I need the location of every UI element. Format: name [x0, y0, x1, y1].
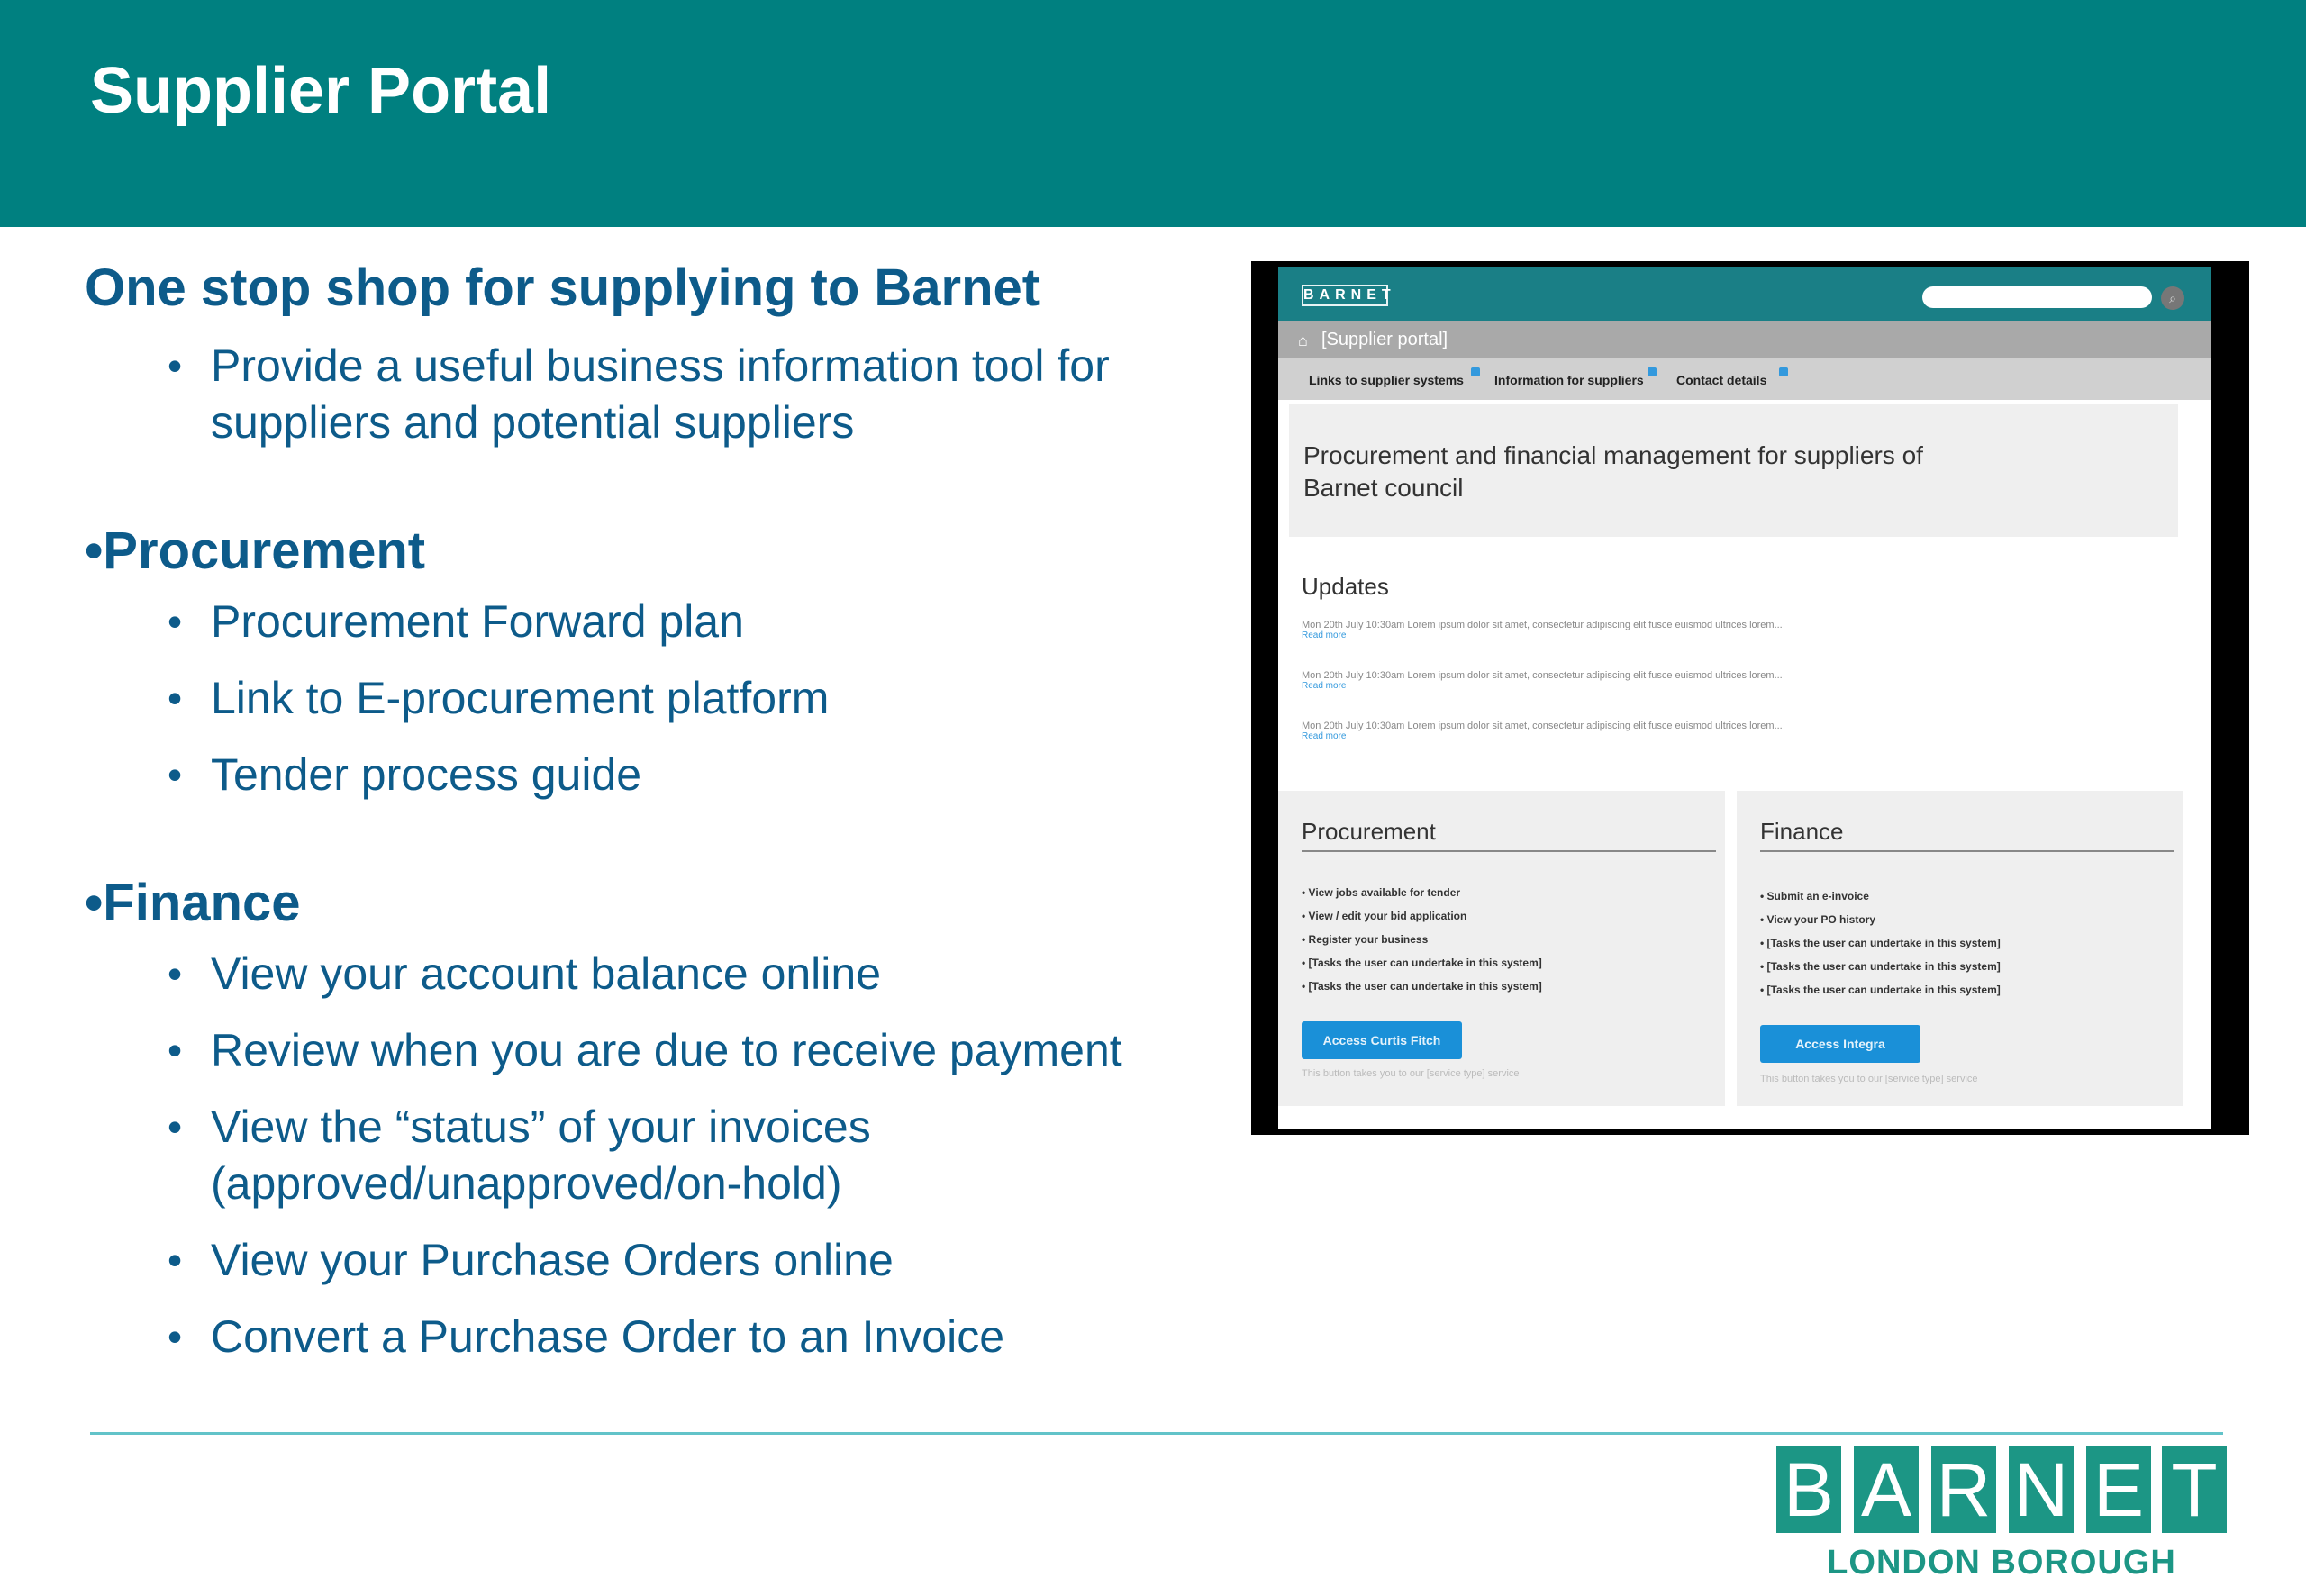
- hero-text: Procurement and financial management for…: [1303, 441, 1923, 502]
- search-icon[interactable]: ⌕: [2161, 286, 2184, 310]
- list-item: Convert a Purchase Order to an Invoice: [85, 1309, 1247, 1365]
- portal-hero: Procurement and financial management for…: [1289, 404, 2178, 537]
- list-item: • [Tasks the user can undertake in this …: [1760, 984, 2001, 996]
- list-item: Provide a useful business information to…: [85, 338, 1247, 451]
- updates-title: Updates: [1302, 573, 1389, 600]
- button-note: This button takes you to our [service ty…: [1302, 1068, 1520, 1079]
- page-title: Supplier Portal: [90, 55, 552, 127]
- update-item: Mon 20th July 10:30am Lorem ipsum dolor …: [1302, 620, 1932, 640]
- logo-letter: R: [1931, 1446, 1996, 1533]
- button-note: This button takes you to our [service ty…: [1760, 1074, 1978, 1084]
- list-item: • View your PO history: [1760, 913, 1876, 926]
- procurement-card-list: • View jobs available for tender • View …: [1302, 881, 1542, 998]
- update-item: Mon 20th July 10:30am Lorem ipsum dolor …: [1302, 670, 1932, 691]
- footer-divider: [90, 1432, 2223, 1435]
- portal-screenshot: BARNET ⌕ ⌂ [Supplier portal] Links to su…: [1251, 261, 2249, 1135]
- nav-item-information[interactable]: Information for suppliers: [1494, 367, 1657, 387]
- home-icon[interactable]: ⌂: [1298, 331, 1308, 350]
- list-item: • [Tasks the user can undertake in this …: [1760, 960, 2001, 973]
- portal-logo: BARNET: [1302, 285, 1391, 306]
- header-bar: Supplier Portal: [0, 0, 2306, 227]
- portal-nav: Links to supplier systems Information fo…: [1278, 358, 2211, 400]
- portal-breadcrumb: ⌂ [Supplier portal]: [1278, 321, 2211, 358]
- breadcrumb-text: [Supplier portal]: [1321, 330, 1448, 349]
- read-more-link[interactable]: Read more: [1302, 681, 1932, 691]
- list-item: • View / edit your bid application: [1302, 910, 1467, 922]
- procurement-card-title: Procurement: [1302, 818, 1436, 845]
- logo-letter: N: [2009, 1446, 2074, 1533]
- list-item: Procurement Forward plan: [85, 594, 1247, 650]
- list-item: • [Tasks the user can undertake in this …: [1302, 980, 1542, 993]
- update-item: Mon 20th July 10:30am Lorem ipsum dolor …: [1302, 721, 1932, 741]
- portal-header: BARNET ⌕: [1278, 267, 2211, 321]
- logo-subtitle: LONDON BOROUGH: [1827, 1544, 2176, 1582]
- logo-letter: T: [2162, 1446, 2227, 1533]
- procurement-heading: •Procurement: [85, 521, 426, 580]
- list-item: • [Tasks the user can undertake in this …: [1302, 957, 1542, 969]
- intro-list: Provide a useful business information to…: [85, 338, 1247, 451]
- portal-page: BARNET ⌕ ⌂ [Supplier portal] Links to su…: [1278, 267, 2211, 1129]
- list-item: • Register your business: [1302, 933, 1429, 946]
- headline: One stop shop for supplying to Barnet: [85, 258, 1040, 317]
- logo-letter: A: [1854, 1446, 1919, 1533]
- list-item: View your account balance online: [85, 946, 1247, 1002]
- finance-card-title: Finance: [1760, 818, 1844, 845]
- read-more-link[interactable]: Read more: [1302, 731, 1932, 741]
- procurement-list: Procurement Forward plan Link to E-procu…: [85, 594, 1247, 803]
- logo-letter: E: [2086, 1446, 2151, 1533]
- list-item: • Submit an e-invoice: [1760, 890, 1869, 902]
- finance-heading: •Finance: [85, 874, 301, 932]
- nav-item-supplier-systems[interactable]: Links to supplier systems: [1309, 367, 1480, 387]
- read-more-link[interactable]: Read more: [1302, 630, 1932, 640]
- access-curtis-fitch-button[interactable]: Access Curtis Fitch: [1302, 1021, 1462, 1059]
- list-item: View your Purchase Orders online: [85, 1232, 1247, 1289]
- logo-letter: B: [1776, 1446, 1841, 1533]
- portal-search-input[interactable]: [1922, 286, 2152, 308]
- procurement-card: Procurement • View jobs available for te…: [1278, 791, 1725, 1106]
- finance-card: Finance • Submit an e-invoice • View you…: [1737, 791, 2183, 1106]
- barnet-logo: B A R N E T LONDON BOROUGH: [1776, 1446, 2227, 1582]
- main-content: One stop shop for supplying to Barnet Pr…: [85, 257, 1247, 1385]
- list-item: • [Tasks the user can undertake in this …: [1760, 937, 2001, 949]
- finance-list: View your account balance online Review …: [85, 946, 1247, 1365]
- list-item: Link to E-procurement platform: [85, 670, 1247, 727]
- list-item: View the “status” of your invoices (appr…: [85, 1099, 1247, 1212]
- list-item: Review when you are due to receive payme…: [85, 1022, 1247, 1079]
- access-integra-button[interactable]: Access Integra: [1760, 1025, 1920, 1063]
- finance-card-list: • Submit an e-invoice • View your PO his…: [1760, 884, 2001, 1002]
- nav-item-contact[interactable]: Contact details: [1676, 367, 1788, 387]
- list-item: Tender process guide: [85, 747, 1247, 803]
- list-item: • View jobs available for tender: [1302, 886, 1461, 899]
